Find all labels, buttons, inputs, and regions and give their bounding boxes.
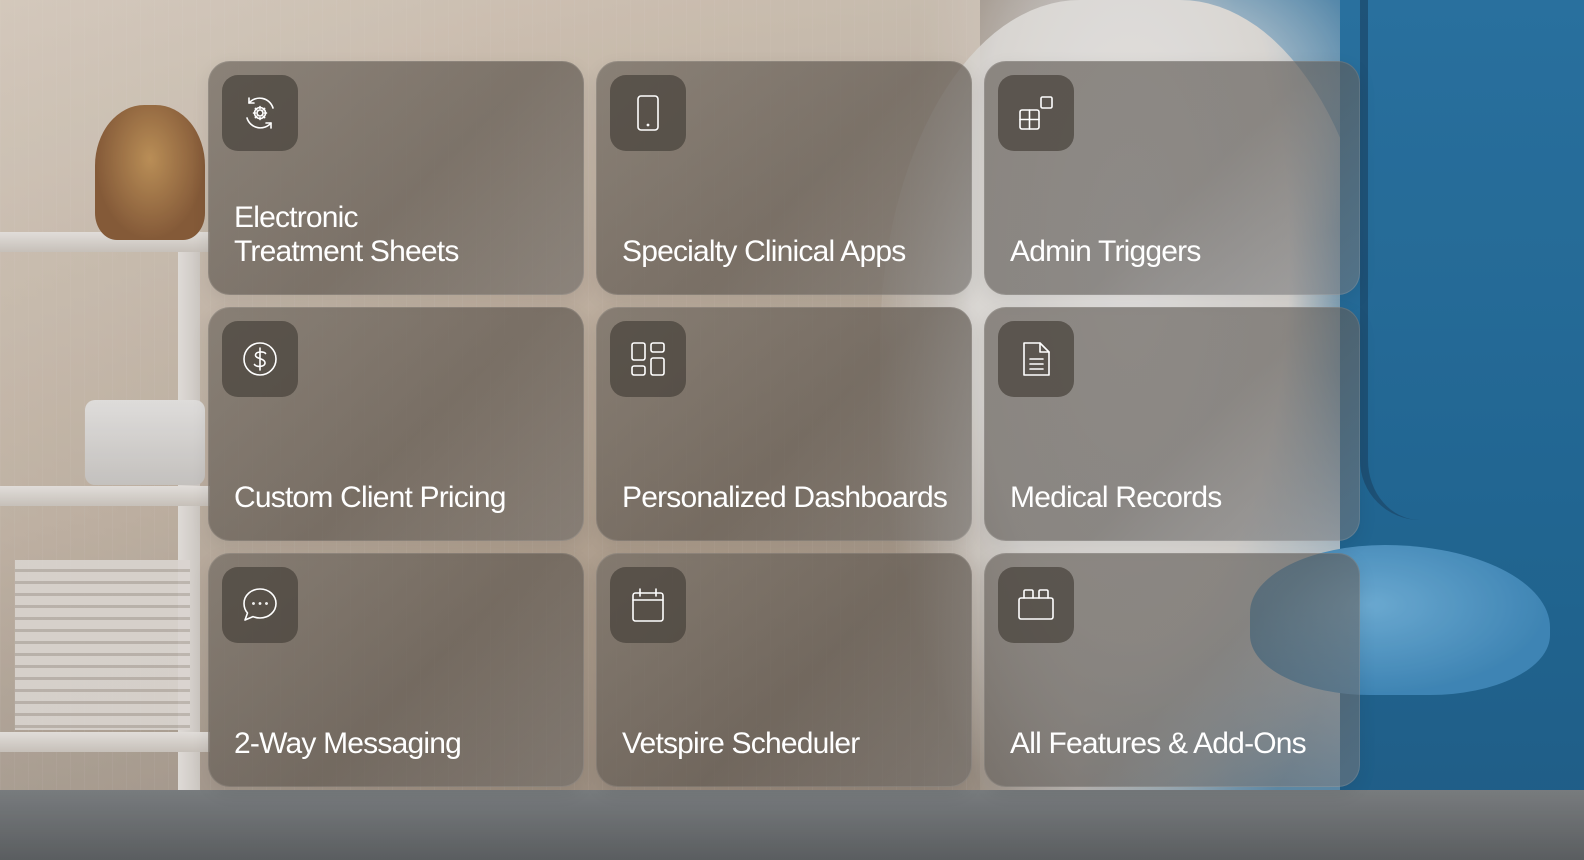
feature-card-specialty-clinical-apps[interactable]: Specialty Clinical Apps [596,61,972,295]
feature-card-2-way-messaging[interactable]: 2-Way Messaging [208,553,584,787]
widgets-icon [1019,96,1053,130]
feature-card-label: Vetspire Scheduler [622,727,860,760]
feature-card-label: All Features & Add-Ons [1010,727,1307,760]
feature-card-label: Electronic Treatment Sheets [234,201,459,268]
feature-card-electronic-treatment-sheets[interactable]: Electronic Treatment Sheets [208,61,584,295]
tablet-icon [637,95,659,131]
icon-tile [998,321,1074,397]
feature-card-personalized-dashboards[interactable]: Personalized Dashboards [596,307,972,541]
settings-refresh-icon [246,97,274,129]
feature-card-label: Specialty Clinical Apps [622,235,906,268]
dashboard-icon [631,342,665,376]
icon-tile [610,321,686,397]
calendar-icon [632,588,664,622]
icon-tile [610,75,686,151]
document-icon [1023,342,1050,376]
feature-card-label: Personalized Dashboards [622,481,948,514]
feature-card-all-features-add-ons[interactable]: All Features & Add-Ons [984,553,1360,787]
feature-card-label: Medical Records [1010,481,1222,514]
icon-tile [610,567,686,643]
feature-card-label: Admin Triggers [1010,235,1201,268]
icon-tile [998,75,1074,151]
icon-tile [222,321,298,397]
icon-tile [222,75,298,151]
icon-tile [222,567,298,643]
feature-card-medical-records[interactable]: Medical Records [984,307,1360,541]
briefcase-icon [1018,589,1054,620]
feature-card-label: 2-Way Messaging [234,727,462,760]
icon-tile [998,567,1074,643]
chat-bubble-icon [243,588,277,621]
dollar-circle-icon [243,342,277,376]
feature-card-custom-client-pricing[interactable]: Custom Client Pricing [208,307,584,541]
feature-card-admin-triggers[interactable]: Admin Triggers [984,61,1360,295]
feature-card-label: Custom Client Pricing [234,481,506,514]
feature-grid: Electronic Treatment Sheets Specialty Cl… [208,61,1360,787]
feature-card-vetspire-scheduler[interactable]: Vetspire Scheduler [596,553,972,787]
